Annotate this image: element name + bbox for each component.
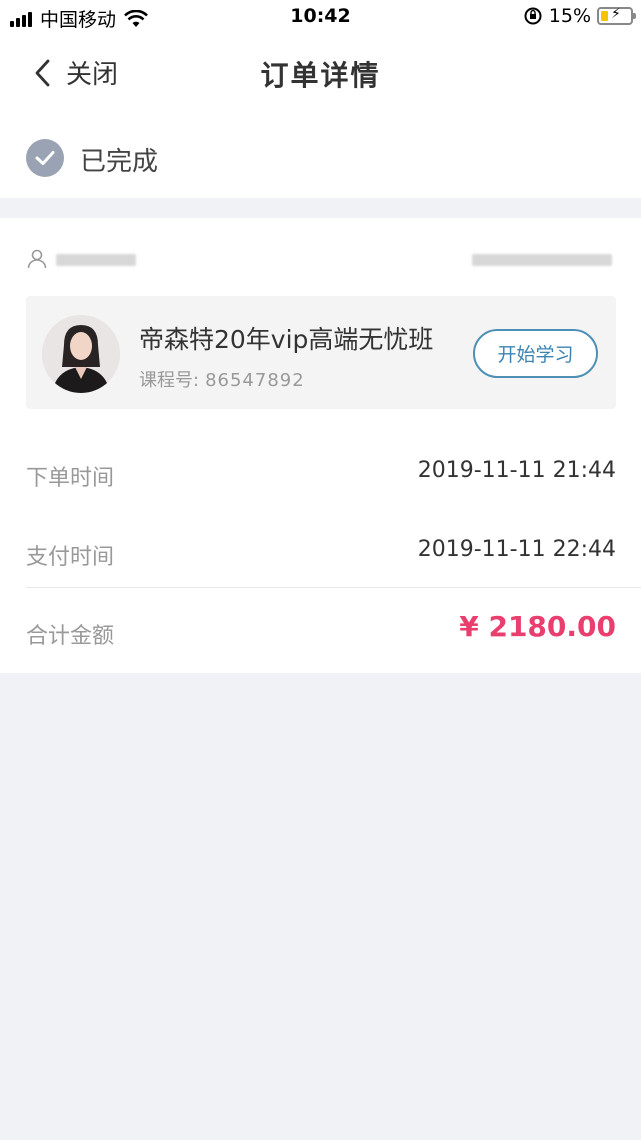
order-time-label: 下单时间 <box>26 466 115 491</box>
battery-percent: 15% <box>548 5 591 27</box>
course-number: 课程号: 86547892 <box>139 366 305 392</box>
order-time-value: 2019-11-11 21:44 <box>417 458 616 483</box>
pay-time-value: 2019-11-11 22:44 <box>417 537 616 562</box>
teacher-avatar <box>42 315 120 393</box>
pay-time-row: 支付时间 2019-11-11 22:44 <box>26 529 616 579</box>
status-bar: 中国移动 10:42 15% ⚡ <box>0 0 641 34</box>
order-status-label: 已完成 <box>80 147 159 177</box>
pay-time-label: 支付时间 <box>26 545 115 570</box>
total-amount: ¥ 2180.00 <box>459 610 616 643</box>
total-row: 合计金额 ¥ 2180.00 <box>26 608 616 658</box>
orientation-lock-icon <box>524 7 542 25</box>
redacted-order-id <box>472 254 612 266</box>
page-title: 订单详情 <box>260 59 381 92</box>
start-learning-button[interactable]: 开始学习 <box>473 329 598 378</box>
user-icon <box>27 249 47 269</box>
order-time-row: 下单时间 2019-11-11 21:44 <box>26 450 616 500</box>
battery-charging-icon: ⚡ <box>597 6 636 25</box>
order-status-section: 已完成 <box>0 114 641 198</box>
course-title: 帝森特20年vip高端无忧班 <box>139 325 434 354</box>
course-number-label: 课程号: <box>139 370 200 391</box>
redacted-username <box>56 254 136 266</box>
course-item[interactable]: 帝森特20年vip高端无忧班 课程号: 86547892 开始学习 <box>26 296 616 409</box>
check-circle-icon <box>26 139 64 177</box>
total-label: 合计金额 <box>26 624 115 649</box>
user-row <box>26 246 616 276</box>
course-number-value: 86547892 <box>205 370 305 391</box>
divider <box>26 587 641 588</box>
nav-bar: 关闭 订单详情 <box>0 34 641 114</box>
order-card: 帝森特20年vip高端无忧班 课程号: 86547892 开始学习 下单时间 20… <box>0 218 641 673</box>
